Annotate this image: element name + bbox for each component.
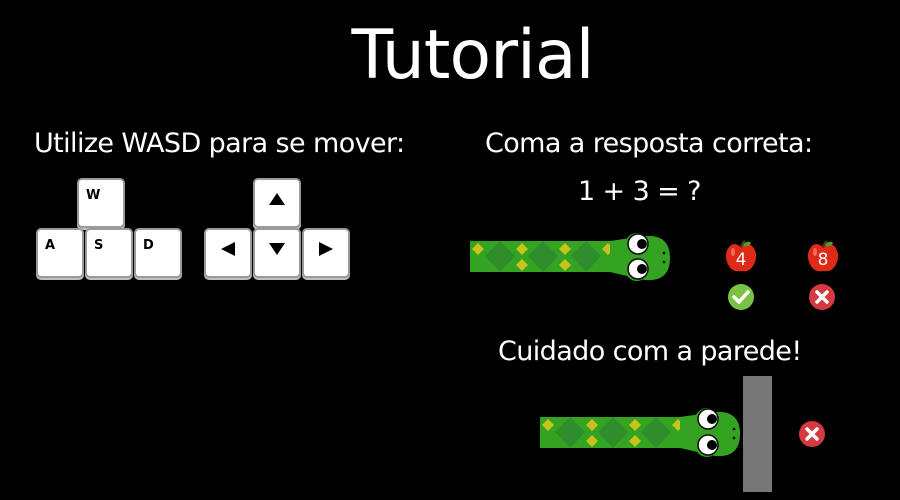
answer-heading: Coma a resposta correta: (485, 128, 813, 159)
key-up (253, 178, 301, 228)
arrow-left-icon (221, 242, 235, 256)
math-question: 1 + 3 = ? (578, 176, 701, 207)
wall-heading: Cuidado com a parede! (498, 336, 802, 367)
key-left (204, 228, 252, 278)
arrow-up-icon (269, 193, 285, 205)
wall (743, 376, 772, 492)
x-icon (809, 284, 835, 310)
check-icon (728, 284, 754, 310)
apple-number: 4 (735, 250, 747, 270)
snake (470, 233, 670, 281)
page-title: Tutorial (351, 16, 595, 95)
key-right (302, 228, 350, 278)
arrow-down-icon (269, 243, 285, 255)
key-w: W (77, 178, 125, 228)
apple-number: 8 (817, 250, 829, 270)
key-a: A (36, 228, 84, 278)
snake (540, 408, 740, 457)
x-icon (799, 421, 825, 447)
key-d: D (134, 228, 182, 278)
controls-heading: Utilize WASD para se mover: (34, 128, 405, 159)
key-s: S (85, 228, 133, 278)
key-down (253, 228, 301, 278)
arrow-right-icon (319, 242, 333, 256)
